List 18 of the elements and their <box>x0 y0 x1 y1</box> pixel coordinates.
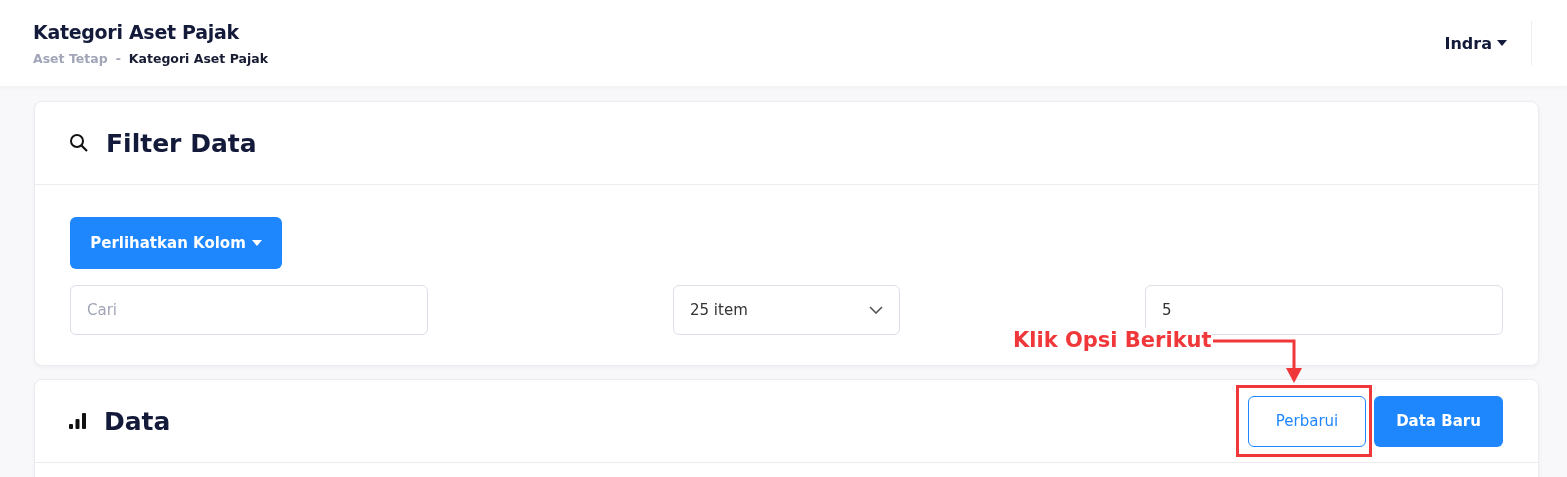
card-title: Filter Data <box>106 128 257 158</box>
chevron-down-icon <box>869 306 883 314</box>
breadcrumb-item: Kategori Aset Pajak <box>128 50 268 66</box>
card-title: Data <box>104 406 171 436</box>
breadcrumb-item[interactable]: Aset Tetap <box>33 50 108 66</box>
user-menu[interactable]: Indra <box>1444 33 1507 53</box>
caret-icon <box>1497 40 1507 46</box>
caret-icon <box>251 240 262 246</box>
annotation-label: Klik Opsi Berikut <box>1013 328 1212 352</box>
search-field[interactable]: Cari <box>70 285 428 335</box>
refresh-button[interactable]: Perbarui <box>1248 395 1366 447</box>
bar-chart-icon <box>69 413 87 429</box>
breadcrumb-separator: - <box>115 50 121 66</box>
page-title: Kategori Aset Pajak <box>33 20 240 43</box>
new-data-button[interactable]: Data Baru <box>1374 395 1503 447</box>
page-size-select[interactable]: 25 item <box>673 285 900 335</box>
show-columns-button[interactable]: Perlihatkan Kolom <box>70 217 282 269</box>
search-icon <box>69 133 89 153</box>
